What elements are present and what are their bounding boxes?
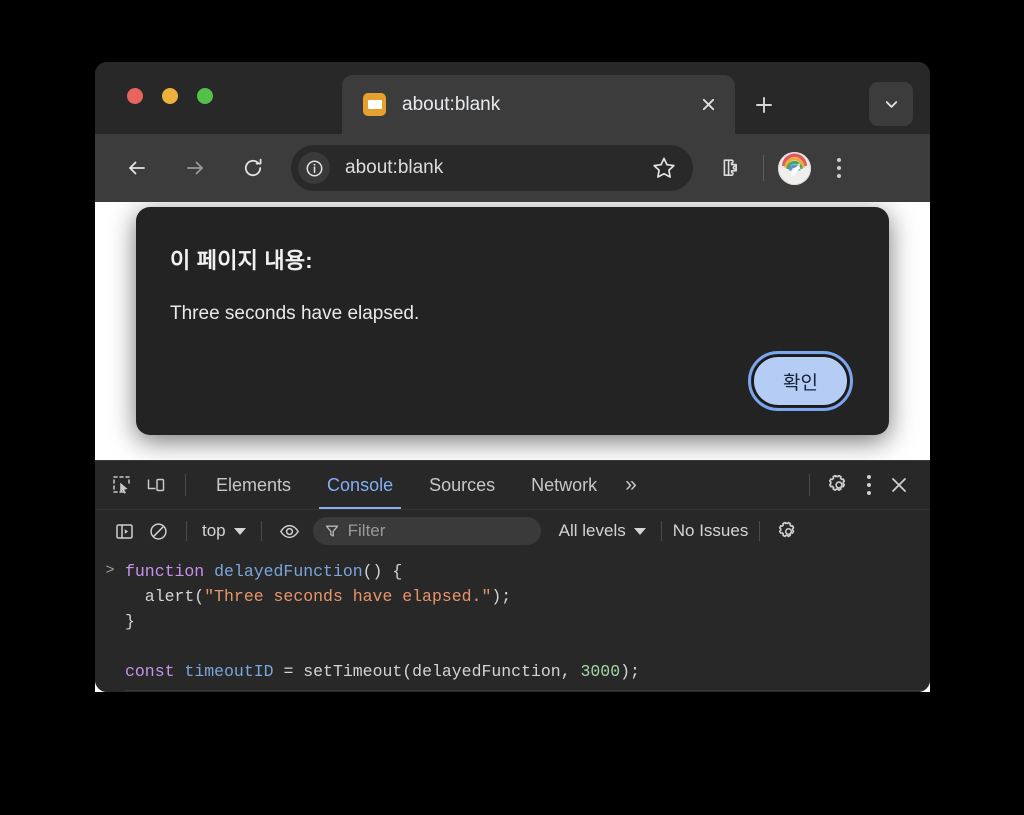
- browser-tab[interactable]: about:blank: [342, 75, 735, 134]
- console-toolbar-divider-4: [759, 521, 761, 541]
- browser-toolbar: about:blank: [95, 134, 930, 202]
- tab-console[interactable]: Console: [309, 461, 411, 509]
- code-token: 3000: [580, 662, 621, 682]
- toolbar-right-actions: [713, 150, 853, 186]
- devtools-panel: Elements Console Sources Network » top F…: [95, 460, 930, 692]
- devtools-divider-right: [809, 474, 810, 496]
- code-line: alert("Three seconds have elapsed.");: [125, 584, 640, 609]
- devtools-more-options-icon[interactable]: [856, 470, 882, 500]
- code-token: const: [125, 662, 185, 682]
- console-result-entry: < undefined: [95, 691, 930, 692]
- tab-elements[interactable]: Elements: [198, 461, 309, 509]
- devtools-divider: [185, 474, 186, 496]
- dialog-ok-button[interactable]: 확인: [748, 351, 853, 411]
- code-token: }: [125, 612, 135, 632]
- dialog-actions: 확인: [170, 351, 855, 411]
- javascript-alert-dialog: 이 페이지 내용: Three seconds have elapsed. 확인: [136, 207, 889, 435]
- console-filter-input[interactable]: [347, 521, 569, 541]
- code-line: }: [125, 609, 640, 634]
- code-line: const timeoutID = setTimeout(delayedFunc…: [125, 659, 640, 684]
- live-expression-eye-icon[interactable]: [273, 514, 307, 548]
- console-log-area[interactable]: > function delayedFunction() { alert("Th…: [95, 552, 930, 692]
- device-toolbar-icon[interactable]: [139, 468, 173, 502]
- inspect-element-icon[interactable]: [105, 468, 139, 502]
- toolbar-divider: [763, 155, 764, 181]
- clear-console-icon[interactable]: [141, 514, 175, 548]
- chevron-down-icon: [233, 527, 246, 535]
- console-context-value: top: [202, 521, 226, 540]
- devtools-tabbar: Elements Console Sources Network »: [95, 461, 930, 509]
- console-settings-gear-icon[interactable]: [771, 514, 805, 548]
- bookmark-star-icon[interactable]: [651, 155, 677, 181]
- code-token: alert(: [125, 587, 205, 607]
- code-token: = setTimeout(delayedFunction,: [273, 662, 581, 682]
- devtools-settings-gear-icon[interactable]: [822, 468, 856, 502]
- console-input-code: function delayedFunction() { alert("Thre…: [125, 559, 640, 684]
- extensions-puzzle-icon[interactable]: [713, 150, 749, 186]
- console-log-levels-value: All levels: [558, 521, 626, 540]
- tab-search-button[interactable]: [869, 82, 913, 126]
- screenshot-root: about:blank about:blank 이 페이지 내용: Three …: [0, 0, 1024, 815]
- tab-strip: about:blank: [95, 62, 930, 134]
- console-filter-box[interactable]: [312, 517, 569, 545]
- code-token: timeoutID: [184, 662, 274, 682]
- devtools-close-icon[interactable]: [882, 468, 916, 502]
- address-bar[interactable]: about:blank: [291, 145, 693, 191]
- code-token: () {: [362, 562, 403, 581]
- console-context-selector[interactable]: top: [198, 521, 250, 541]
- page-favicon-icon: [363, 93, 386, 116]
- new-tab-button[interactable]: [748, 89, 780, 121]
- back-button[interactable]: [117, 148, 157, 188]
- console-issues-label[interactable]: No Issues: [673, 521, 749, 541]
- close-tab-icon[interactable]: [693, 90, 723, 120]
- profile-avatar-icon[interactable]: [778, 151, 811, 185]
- minimize-window-button[interactable]: [162, 88, 178, 104]
- tab-network[interactable]: Network: [513, 461, 615, 509]
- browser-menu-icon[interactable]: [825, 151, 853, 185]
- code-line: function delayedFunction() {: [125, 559, 640, 584]
- more-tabs-chevron-icon[interactable]: »: [615, 473, 647, 497]
- window-traffic-lights: [127, 88, 213, 104]
- console-sidebar-icon[interactable]: [107, 514, 141, 548]
- close-window-button[interactable]: [127, 88, 143, 104]
- console-prompt-marker: >: [105, 562, 115, 579]
- dialog-message: Three seconds have elapsed.: [170, 303, 420, 324]
- site-info-icon[interactable]: [298, 152, 330, 184]
- devtools-tabs: Elements Console Sources Network »: [198, 461, 647, 509]
- console-input-entry: > function delayedFunction() { alert("Th…: [95, 556, 930, 684]
- code-token: );: [620, 662, 640, 682]
- maximize-window-button[interactable]: [197, 88, 213, 104]
- dialog-heading: 이 페이지 내용:: [170, 248, 313, 273]
- forward-button[interactable]: [175, 148, 215, 188]
- console-log-levels-selector[interactable]: All levels: [555, 521, 650, 541]
- code-token: delayedFunction: [214, 562, 363, 581]
- chevron-down-icon-levels: [633, 527, 646, 535]
- code-token: );: [491, 587, 512, 607]
- console-toolbar: top All levels No Iss: [95, 509, 930, 552]
- console-toolbar-divider-1: [186, 521, 187, 541]
- tab-title: about:blank: [402, 93, 501, 115]
- console-toolbar-divider-3: [660, 521, 662, 541]
- code-token: function: [125, 562, 215, 581]
- reload-button[interactable]: [233, 148, 273, 188]
- address-bar-text: about:blank: [345, 157, 444, 178]
- code-token: "Three seconds have elapsed.": [204, 587, 492, 607]
- filter-icon: [325, 525, 338, 537]
- tab-sources[interactable]: Sources: [411, 461, 513, 509]
- console-toolbar-divider-2: [260, 521, 262, 541]
